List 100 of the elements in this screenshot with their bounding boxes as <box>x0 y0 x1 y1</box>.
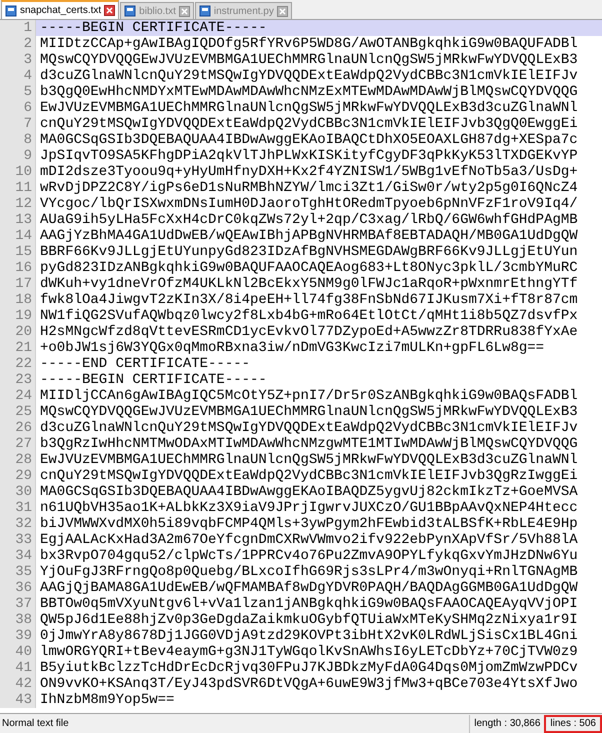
line-number: 30 <box>0 484 36 500</box>
line-number: 43 <box>0 692 36 708</box>
code-line: EgjAALAcKxHad3A2m67OeYfcgnDmCXRwVWmvo2ifv922ebPynXApVfSr/5Vh88lA <box>39 532 579 548</box>
line-number: 39 <box>0 628 36 644</box>
line-number: 34 <box>0 548 36 564</box>
line-number: 23 <box>0 372 36 388</box>
line-number: 42 <box>0 676 36 692</box>
code-line: MA0GCSqGSIb3DQEBAQUAA4IBDwAwggEKAoIBAQCtDhXO5EOAXLGH87dg+XESpa7c <box>39 132 579 148</box>
code-line: lmwORGYQRI+tBev4eaymG+g3NJ1TyWGqolKvSnAWhsI6yLETcDbYz+70CjTVW0z9 <box>39 644 579 660</box>
line-number: 20 <box>0 324 36 340</box>
code-line: AAGjQjBAMA8GA1UdEwEB/wQFMAMBAf8wDgYDVR0PAQH/BAQDAgGGMB0GA1UdDgQW <box>39 580 579 596</box>
tab-label: biblio.txt <box>139 4 176 18</box>
line-number: 3 <box>0 52 36 68</box>
line-number: 26 <box>0 420 36 436</box>
line-number: 15 <box>0 244 36 260</box>
line-number: 1 <box>0 20 36 36</box>
code-line: pyGd823IDzANBgkqhkiG9w0BAQUFAAOCAQEAog683+Lt8ONyc3pklL/3cmbYMuRC <box>39 260 579 276</box>
line-number: 16 <box>0 260 36 276</box>
line-number: 29 <box>0 468 36 484</box>
line-number: 37 <box>0 596 36 612</box>
code-line: 0jJmwYrA8y8678Dj1JGG0VDjA9tzd29KOVPt3ibHtX2vK0LRdWLjSisCx1BL4Gni <box>39 628 579 644</box>
code-line: MIIDljCCAn6gAwIBAgIQC5McOtY5Z+pnI7/Dr5r0SzANBgkqhkiG9w0BAQsFADBl <box>39 388 579 404</box>
line-number: 4 <box>0 68 36 84</box>
code-line: QW5pJ6d1Ee88hjZv0p3GeDgdaZaikmkuOGybfQTUiaWxMTeKySHMq2zNixya1r9I <box>39 612 579 628</box>
code-line: dWKuh+vy1dneVrOfzM4UKLkNl2BcEkxY5NM9g0lFWJc1aRqoR+pWxnmrEthngYTf <box>39 276 579 292</box>
tab-label: snapchat_certs.txt <box>20 4 102 18</box>
line-number: 38 <box>0 612 36 628</box>
line-number: 10 <box>0 164 36 180</box>
code-line: ON9vvKO+KSAnq3T/EyJ43pdSVR6DtVQgA+6uwE9W3jfMw3+qBCe703e4YtsXfJwo <box>39 676 579 692</box>
code-line: YjOuFgJ3RFrngQo8p0Quebg/BLxcoIfhG69Rjs3sLPr4/m3wOnyqi+RnlTGNAgMB <box>39 564 579 580</box>
status-field: lines : 506 <box>544 714 602 732</box>
line-number: 25 <box>0 404 36 420</box>
code-line: b3QgRzIwHhcNMTMwODAxMTIwMDAwWhcNMzgwMTE1MTIwMDAwWjBlMQswCQYDVQQG <box>39 436 579 452</box>
code-line: AAGjYzBhMA4GA1UdDwEB/wQEAwIBhjAPBgNVHRMBAf8EBTADAQH/MB0GA1UdDgQW <box>39 228 579 244</box>
line-number: 40 <box>0 644 36 660</box>
line-number: 2 <box>0 36 36 52</box>
code-line: NW1fiQG2SVufAQWbqz0lwcy2f8Lxb4bG+mRo64EtlOtCt/qMHt1i8b5QZ7dsvfPx <box>39 308 579 324</box>
code-line: -----BEGIN CERTIFICATE----- <box>39 372 268 388</box>
line-number: 7 <box>0 116 36 132</box>
file-icon <box>124 5 136 17</box>
code-line: H2sMNgcWfzd8qVttevESRmCD1ycEvkvOl77DZypoEd+A5wwzZr8TDRRu838fYxAe <box>39 324 579 340</box>
code-line: -----END CERTIFICATE----- <box>39 356 252 372</box>
code-line: n61UQbVH35ao1K+ALbkKz3X9iaV9JPrjIgwrvJUXCzO/GU1BBpAAvQxNEP4Htecc <box>39 500 579 516</box>
code-line: cnQuY29tMSQwIgYDVQQDExtEaWdpQ2VydCBBc3N1cmVkIElEIFJvb3QgQ0EwggEi <box>39 116 579 132</box>
code-line: bx3RvpO704gqu52/clpWcTs/1PPRCv4o76Pu2ZmvA9OPYLfykqGxvYmJHzDNw6Yu <box>39 548 579 564</box>
code-line: VYcgoc/lbQrISXwxmDNsIumH0DJaoroTghHtORedmTpyoeb6pNnVFzF1roV9Iq4/ <box>39 196 579 212</box>
line-number: 28 <box>0 452 36 468</box>
file-tab[interactable]: instrument.py <box>194 2 292 19</box>
code-line: MQswCQYDVQQGEwJVUzEVMBMGA1UEChMMRGlnaUNlcnQgSW5jMRkwFwYDVQQLExB3 <box>39 52 579 68</box>
close-icon[interactable] <box>104 5 116 16</box>
code-line: biJVMWWXvdMX0h5i89vqbFCMP4QMls+3ywPgym2hFEwbid3tALBSfK+RbLE4E9Hp <box>39 516 579 532</box>
line-number: 5 <box>0 84 36 100</box>
code-line: EwJVUzEVMBMGA1UEChMMRGlnaUNlcnQgSW5jMRkwFwYDVQQLExB3d3cuZGlnaWNl <box>39 100 579 116</box>
code-line: d3cuZGlnaWNlcnQuY29tMSQwIgYDVQQDExtEaWdpQ2VydCBBc3N1cmVkIElEIFJv <box>39 68 579 84</box>
file-tab[interactable]: snapchat_certs.txt <box>1 0 120 19</box>
line-number: 13 <box>0 212 36 228</box>
line-number: 11 <box>0 180 36 196</box>
file-type-label: Normal text file <box>1 717 70 731</box>
code-line: AUaG9ih5yLHa5FcXxH4cDrC0kqZWs72yl+2qp/C3xag/lRbQ/6GW6whfGHdPAgMB <box>39 212 579 228</box>
line-number: 41 <box>0 660 36 676</box>
line-number: 36 <box>0 580 36 596</box>
code-line: mDI2dsze3Tyoou9q+yHyUmHfnyDXH+Kx2f4YZNISW1/5WBg1vEfNoTb5a3/UsDg+ <box>39 164 579 180</box>
line-number: 33 <box>0 532 36 548</box>
code-line: BBTOw0q5mVXyuNtgv6l+vVa1lzan1jANBgkqhkiG9w0BAQsFAAOCAQEAyqVVjOPI <box>39 596 579 612</box>
line-number: 6 <box>0 100 36 116</box>
line-number: 27 <box>0 436 36 452</box>
line-number: 22 <box>0 356 36 372</box>
code-line: JpSIqvTO9SA5KFhgDPiA2qkVlTJhPLWxKISKityfCgyDF3qPkKyK53lTXDGEKvYP <box>39 148 579 164</box>
line-number: 14 <box>0 228 36 244</box>
code-line: +o0bJW1sj6W3YQGx0qMmoRBxna3iw/nDmVG3KwcIzi7mULKn+gpFL6Lw8g== <box>39 340 546 356</box>
line-number: 9 <box>0 148 36 164</box>
code-line: b3QgQ0EwHhcNMDYxMTEwMDAwMDAwWhcNMzExMTEwMDAwMDAwWjBlMQswCQYDVQQG <box>39 84 579 100</box>
line-number: 31 <box>0 500 36 516</box>
line-number: 12 <box>0 196 36 212</box>
close-icon[interactable] <box>178 6 190 16</box>
status-field: length : 30,866 <box>469 714 544 732</box>
line-number: 8 <box>0 132 36 148</box>
code-line: B5yiutkBclzzTcHdDrEcDcRjvq30FPuJ7KJBDkzMyFdA0G4Dqs0MjomZmWzwPDCv <box>39 660 579 676</box>
line-number: 19 <box>0 308 36 324</box>
code-line: wRvDjDPZ2C8Y/igPs6eD1sNuRMBhNZYW/lmci3Zt1/GiSw0r/wty2p5g0I6QNcZ4 <box>39 180 579 196</box>
code-line: BBRF66Kv9JLLgjEtUYunpyGd823IDzAfBgNVHSMEGDAWgBRF66Kv9JLLgjEtUYun <box>39 244 579 260</box>
tab-label: instrument.py <box>214 4 274 18</box>
close-icon[interactable] <box>276 6 288 16</box>
code-line: IhNzbM8m9Yop5w== <box>39 692 176 708</box>
code-line: fwk8lOa4JiwgvT2zKIn3X/8i4peEH+ll74fg38FnSbNd67IJKusm7Xi+fT8r87cm <box>39 292 579 308</box>
line-number: 24 <box>0 388 36 404</box>
file-tab[interactable]: biblio.txt <box>120 2 194 19</box>
line-number: 35 <box>0 564 36 580</box>
code-line: d3cuZGlnaWNlcnQuY29tMSQwIgYDVQQDExtEaWdpQ2VydCBBc3N1cmVkIElEIFJv <box>39 420 579 436</box>
line-number: 17 <box>0 276 36 292</box>
code-line: MIIDtzCCAp+gAwIBAgIQDOfg5RfYRv6P5WD8G/AwOTANBgkqhkiG9w0BAQUFADBl <box>39 36 579 52</box>
line-number: 21 <box>0 340 36 356</box>
code-line: MA0GCSqGSIb3DQEBAQUAA4IBDwAwggEKAoIBAQDZ5ygvUj82ckmIkzTz+GoeMVSA <box>39 484 579 500</box>
line-number: 32 <box>0 516 36 532</box>
code-line: cnQuY29tMSQwIgYDVQQDExtEaWdpQ2VydCBBc3N1cmVkIElEIFJvb3QgRzIwggEi <box>39 468 579 484</box>
code-line: MQswCQYDVQQGEwJVUzEVMBMGA1UEChMMRGlnaUNlcnQgSW5jMRkwFwYDVQQLExB3 <box>39 404 579 420</box>
file-icon <box>5 4 17 16</box>
code-line: EwJVUzEVMBMGA1UEChMMRGlnaUNlcnQgSW5jMRkwFwYDVQQLExB3d3cuZGlnaWNl <box>39 452 579 468</box>
line-number: 18 <box>0 292 36 308</box>
file-icon <box>198 5 211 17</box>
